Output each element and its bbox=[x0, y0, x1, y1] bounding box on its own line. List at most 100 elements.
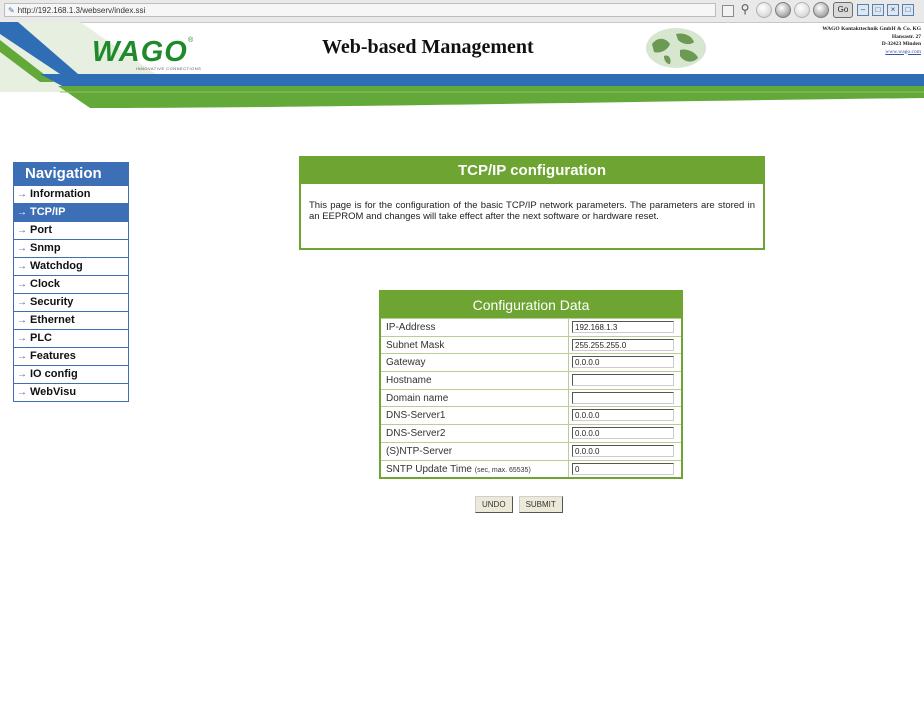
config-row-label-text: SNTP Update Time bbox=[386, 463, 475, 475]
arrow-right-icon: → bbox=[17, 243, 27, 254]
config-value-field[interactable]: 0.0.0.0 bbox=[572, 427, 674, 440]
arrow-right-icon: → bbox=[17, 225, 27, 236]
nav-item-label: Ethernet bbox=[30, 314, 75, 326]
config-row-label-text: Gateway bbox=[386, 357, 426, 369]
config-value-field[interactable]: 0.0.0.0 bbox=[572, 444, 674, 457]
tcpip-info-box: TCP/IP configuration This page is for th… bbox=[299, 156, 765, 250]
config-row: SNTP Update Time (sec, max. 65535) 0 bbox=[381, 459, 681, 479]
config-value-field[interactable]: 0.0.0.0 bbox=[572, 356, 674, 369]
config-row: DNS-Server1 0.0.0.0 bbox=[381, 406, 681, 425]
nav-item-label: Port bbox=[30, 224, 52, 236]
config-value-field[interactable]: 0.0.0.0 bbox=[572, 409, 674, 422]
nav-item-ethernet[interactable]: → Ethernet bbox=[14, 311, 128, 329]
arrow-right-icon: → bbox=[17, 207, 27, 218]
config-row-label-text: Hostname bbox=[386, 375, 432, 387]
nav-item-label: PLC bbox=[30, 332, 52, 344]
logo-tagline: INNOVATIVE CONNECTIONS bbox=[136, 66, 202, 71]
nav-item-information[interactable]: → Information bbox=[14, 185, 128, 203]
config-value-field[interactable]: 255.255.255.0 bbox=[572, 338, 674, 351]
forward-icon[interactable] bbox=[775, 2, 791, 18]
nav-item-label: TCP/IP bbox=[30, 206, 66, 218]
config-row-label-text: Domain name bbox=[386, 392, 449, 404]
config-row: IP-Address 192.168.1.3 bbox=[381, 318, 681, 336]
nav-item-io-config[interactable]: → IO config bbox=[14, 365, 128, 383]
company-line: Hansastr. 27 bbox=[891, 33, 921, 40]
nav-item-security[interactable]: → Security bbox=[14, 293, 128, 311]
close-icon[interactable]: × bbox=[887, 4, 899, 16]
reload-icon[interactable] bbox=[813, 2, 829, 18]
config-row-label: (S)NTP-Server bbox=[386, 443, 452, 460]
address-bar[interactable]: ✎ http://192.168.1.3/webserv/index.ssi bbox=[4, 3, 716, 17]
config-column-divider bbox=[568, 407, 569, 425]
section-title: TCP/IP configuration bbox=[301, 158, 763, 184]
config-row-label: Gateway bbox=[386, 354, 425, 371]
page-icon: ✎ bbox=[8, 6, 15, 15]
nav-item-tcp-ip[interactable]: → TCP/IP bbox=[14, 203, 128, 221]
config-row-label: SNTP Update Time (sec, max. 65535) bbox=[386, 461, 531, 479]
config-value-field[interactable] bbox=[572, 391, 674, 404]
bookmark-icon[interactable] bbox=[722, 5, 734, 17]
config-column-divider bbox=[568, 389, 569, 407]
nav-item-label: Watchdog bbox=[30, 260, 83, 272]
section-description: This page is for the configuration of th… bbox=[309, 200, 755, 222]
configuration-table-title: Configuration Data bbox=[381, 292, 681, 318]
config-value-field[interactable]: 0 bbox=[572, 462, 674, 475]
submit-button[interactable]: SUBMIT bbox=[518, 496, 563, 513]
nav-item-label: WebVisu bbox=[30, 386, 77, 398]
config-row: Subnet Mask 255.255.255.0 bbox=[381, 335, 681, 354]
page-title: Web-based Management bbox=[322, 36, 534, 58]
config-value-field[interactable]: 192.168.1.3 bbox=[572, 321, 674, 333]
config-row-label: Domain name bbox=[386, 390, 448, 407]
arrow-right-icon: → bbox=[17, 297, 27, 308]
back-icon[interactable] bbox=[756, 2, 772, 18]
config-row: Domain name bbox=[381, 388, 681, 407]
nav-item-label: Clock bbox=[30, 278, 60, 290]
config-column-divider bbox=[568, 372, 569, 389]
stop-icon[interactable] bbox=[794, 2, 810, 18]
navigation-panel: Navigation → Information → TCP/IP → Port → Snmp… bbox=[13, 162, 129, 402]
config-row-label: DNS-Server1 bbox=[386, 407, 445, 424]
config-row: (S)NTP-Server 0.0.0.0 bbox=[381, 441, 681, 460]
config-row-label-text: DNS-Server1 bbox=[386, 410, 446, 422]
company-address: WAGO Kontakttechnik GmbH & Co. KG Hansas… bbox=[822, 26, 921, 56]
nav-item-plc[interactable]: → PLC bbox=[14, 329, 128, 347]
undo-button[interactable]: UNDO bbox=[475, 496, 513, 513]
window-menu-icon[interactable]: □ bbox=[902, 4, 914, 16]
config-column-divider bbox=[568, 336, 569, 354]
nav-item-watchdog[interactable]: → Watchdog bbox=[14, 257, 128, 275]
config-row-label: DNS-Server2 bbox=[386, 425, 445, 442]
config-column-divider bbox=[568, 319, 569, 336]
nav-item-label: Features bbox=[30, 350, 76, 362]
nav-item-label: Security bbox=[30, 296, 74, 308]
config-row-label: Hostname bbox=[386, 372, 432, 389]
arrow-right-icon: → bbox=[17, 189, 27, 200]
config-row-label: IP-Address bbox=[386, 319, 435, 336]
company-link[interactable]: www.wago.com bbox=[822, 49, 921, 57]
browser-toolbar: ✎ http://192.168.1.3/webserv/index.ssi ⚲ … bbox=[0, 0, 924, 23]
nav-item-webvisu[interactable]: → WebVisu bbox=[14, 383, 128, 401]
config-row-label-text: Subnet Mask bbox=[386, 339, 445, 351]
nav-item-label: Snmp bbox=[30, 242, 61, 254]
arrow-right-icon: → bbox=[17, 387, 27, 398]
minimize-icon[interactable]: – bbox=[857, 4, 869, 16]
wago-logo: WAGO bbox=[92, 36, 188, 68]
search-icon[interactable]: ⚲ bbox=[737, 2, 753, 18]
nav-item-snmp[interactable]: → Snmp bbox=[14, 239, 128, 257]
arrow-right-icon: → bbox=[17, 261, 27, 272]
globe-icon bbox=[646, 28, 706, 68]
config-column-divider bbox=[568, 442, 569, 460]
config-value-field[interactable] bbox=[572, 374, 674, 387]
config-column-divider bbox=[568, 460, 569, 478]
navigation-title: Navigation bbox=[14, 163, 128, 185]
config-row: Hostname bbox=[381, 371, 681, 389]
arrow-right-icon: → bbox=[17, 333, 27, 344]
nav-item-features[interactable]: → Features bbox=[14, 347, 128, 365]
nav-item-clock[interactable]: → Clock bbox=[14, 275, 128, 293]
config-row: Gateway 0.0.0.0 bbox=[381, 353, 681, 372]
go-button[interactable]: Go bbox=[833, 2, 853, 18]
config-column-divider bbox=[568, 354, 569, 372]
company-line: WAGO Kontakttechnik GmbH & Co. KG bbox=[822, 26, 921, 32]
nav-item-port[interactable]: → Port bbox=[14, 221, 128, 239]
config-row: DNS-Server2 0.0.0.0 bbox=[381, 424, 681, 442]
maximize-icon[interactable]: □ bbox=[872, 4, 884, 16]
